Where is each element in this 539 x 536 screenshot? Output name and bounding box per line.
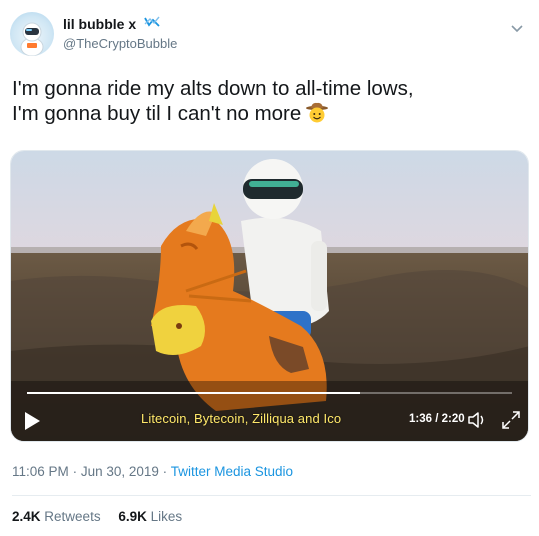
tweet-line-1: I'm gonna ride my alts down to all-time … <box>12 77 414 100</box>
meta-separator-2: · <box>162 464 168 479</box>
tweet-time[interactable]: 11:06 PM <box>12 464 69 479</box>
progress-bar[interactable] <box>27 392 512 394</box>
volume-icon[interactable] <box>467 410 489 430</box>
video-controls: Litecoin, Bytecoin, Zilliqua and Ico 1:3… <box>11 151 528 441</box>
tweet-stats: 2.4K Retweets 6.9K Likes <box>12 509 196 524</box>
meta-separator-1: · <box>72 464 78 479</box>
video-timecode: 1:36 / 2:20 <box>409 413 465 425</box>
retweets-label: Retweets <box>44 509 101 524</box>
tweet-text: I'm gonna ride my alts down to all-time … <box>12 76 522 130</box>
tweet-date[interactable]: Jun 30, 2019 <box>81 464 159 479</box>
tweet-header: lil bubble x @TheCryptoBubble <box>10 12 529 60</box>
cowboy-face-icon <box>305 102 329 130</box>
likes-count: 6.9K <box>118 509 147 524</box>
astronaut-icon <box>20 22 44 56</box>
video-caption: Litecoin, Bytecoin, Zilliqua and Ico <box>141 411 342 426</box>
tweet-source-link[interactable]: Twitter Media Studio <box>171 464 293 479</box>
fullscreen-icon[interactable] <box>500 409 522 431</box>
chevron-down-icon[interactable] <box>511 20 523 38</box>
tweet-line-2: I'm gonna buy til I can't no more <box>12 101 522 130</box>
likes-label: Likes <box>150 509 183 524</box>
chart-icon <box>143 15 160 33</box>
avatar[interactable] <box>10 12 54 56</box>
user-handle[interactable]: @TheCryptoBubble <box>63 35 177 53</box>
retweets-stat[interactable]: 2.4K Retweets <box>12 509 101 524</box>
display-name[interactable]: lil bubble x <box>63 15 136 33</box>
retweets-count: 2.4K <box>12 509 41 524</box>
video-player[interactable]: Litecoin, Bytecoin, Zilliqua and Ico 1:3… <box>10 150 529 442</box>
divider <box>12 495 531 496</box>
tweet-meta: 11:06 PM · Jun 30, 2019 · Twitter Media … <box>12 464 293 479</box>
progress-fill <box>27 392 360 394</box>
likes-stat[interactable]: 6.9K Likes <box>118 509 182 524</box>
play-icon[interactable] <box>21 410 43 432</box>
tweet-line-2-text: I'm gonna buy til I can't no more <box>12 102 302 125</box>
